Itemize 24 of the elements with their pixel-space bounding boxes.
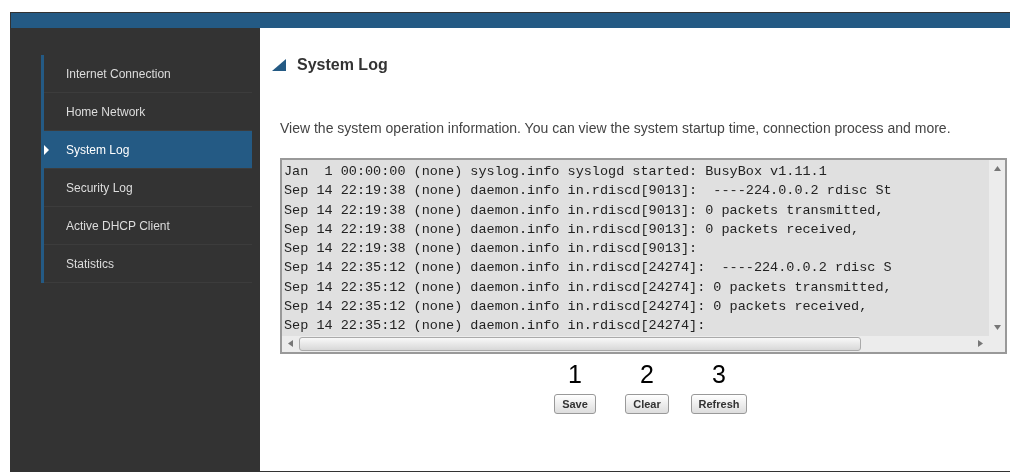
log-text: Jan 1 00:00:00 (none) syslog.info syslogd started: BusyBox v1.11.1 Sep 14 22:19:38 (none) daemon.info in.rdiscd[9013]: ----224.0.0.2 rdisc St Sep 14 22:19:38 (none) daemon.info in.rdiscd[9013]: 0 packets transmitted, Sep 14 22:19:38 (none) daemon.info in.rdiscd[9013]: 0 packets received, Sep 14 22:19:38 (none) daemon.info in.rdiscd[9013]: Sep 14 22:35:12 (none) daemon.info in.rdiscd[24274]: ----224.0.0.2 rdisc S Sep 14 22:35:12 (none) daemon.info in.rdiscd[24274]: 0 packets transmitted, Sep 14 22:35:12 (none) daemon.info in.rdiscd[24274]: 0 packets received, Sep 14 22:35:12 (none) daemon.info in.rdiscd[24274]: — [283, 163, 893, 336]
horizontal-scrollbar[interactable] — [282, 335, 989, 352]
up-arrow-icon — [993, 166, 1001, 171]
action-button[interactable]: Save — [554, 393, 596, 414]
action-button[interactable]: Refresh — [690, 393, 748, 414]
page-description: View the system operation information. You can view the system startup time, connection process and more. — [280, 120, 952, 136]
log-textarea[interactable] — [280, 158, 1007, 354]
down-arrow-icon — [993, 324, 1001, 330]
sidebar-item[interactable]: Internet Connection — [44, 55, 252, 93]
sidebar-item[interactable]: Statistics — [44, 245, 252, 283]
pointer-icon — [44, 145, 49, 155]
sidebar-item[interactable]: Security Log — [44, 169, 252, 207]
sidebar-item[interactable]: System Log — [44, 131, 252, 169]
page-title: System Log — [297, 56, 388, 74]
section-icon — [272, 59, 286, 71]
callout-number: 3 — [712, 359, 726, 388]
action-button[interactable]: Clear — [625, 393, 669, 414]
vertical-scrollbar[interactable] — [989, 160, 1005, 336]
right-arrow-icon — [978, 340, 983, 348]
callout-number: 1 — [568, 359, 582, 388]
callout-number: 2 — [640, 359, 654, 388]
sidebar-item[interactable]: Active DHCP Client — [44, 207, 252, 245]
scrollbar-thumb[interactable] — [299, 336, 861, 351]
left-arrow-icon — [288, 340, 293, 348]
